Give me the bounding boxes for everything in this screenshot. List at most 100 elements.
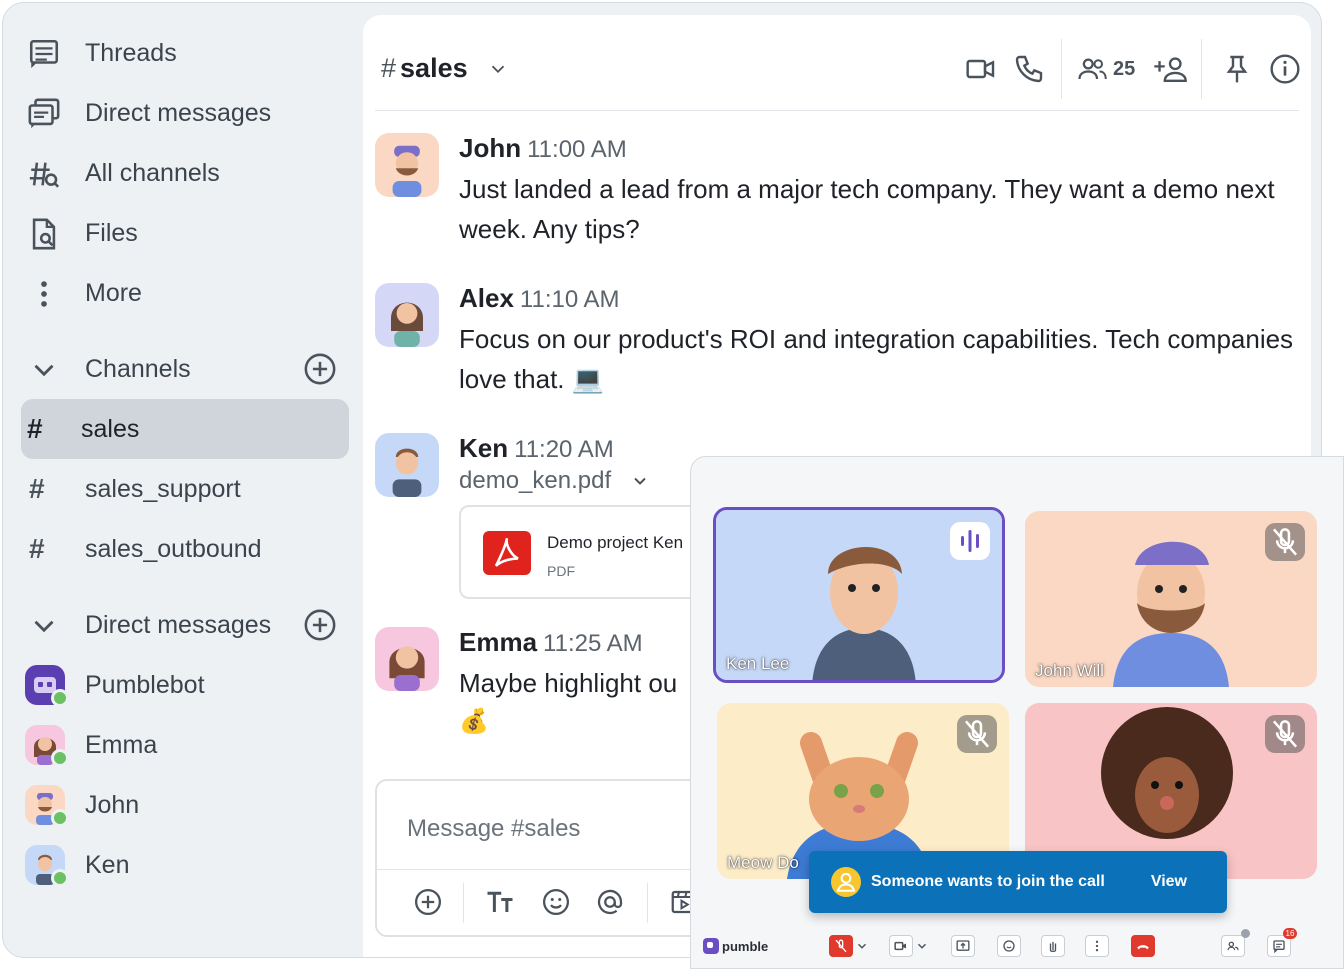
sidebar-item-more[interactable]: More [21,263,349,323]
hash-icon: # [27,413,43,444]
phone-icon[interactable] [1013,53,1045,85]
channel-title[interactable]: # sales [381,53,509,84]
sidebar-item-threads[interactable]: Threads [21,23,349,83]
dm-label: Emma [85,730,158,759]
members-icon [1227,941,1239,951]
toolbar-divider [463,883,464,923]
view-button[interactable]: View [1151,873,1187,891]
pin-icon[interactable] [1221,53,1253,85]
message-composer[interactable]: Message #sales [375,779,735,937]
screen-share-button[interactable] [951,935,975,957]
video-call-icon[interactable] [965,53,997,85]
participant-name: John Will [1035,661,1104,680]
chevron-down-icon [634,477,646,485]
muted-indicator [1265,715,1305,753]
online-status-dot [51,749,69,767]
muted-indicator [957,715,997,753]
person-glyph [836,872,856,892]
header-divider [1201,39,1202,99]
more-vertical-icon [1095,940,1099,952]
file-title: Demo project Ken [547,533,684,552]
participants-badge [1241,929,1250,938]
channel-header: # sales 25 [375,15,1301,111]
dm-label: Ken [85,850,130,879]
sidebar-item-label: More [85,278,142,307]
sidebar-item-channel-sales[interactable]: # sales [21,399,349,459]
chevron-down-icon[interactable] [855,939,869,953]
add-member-icon[interactable] [1153,53,1187,85]
sidebar-item-dm-ken[interactable]: Ken [21,835,349,895]
channel-label: sales [81,414,140,443]
threads-icon [29,39,59,69]
avatar [375,627,439,691]
section-label: Direct messages [85,610,272,639]
member-count: 25 [1113,57,1136,80]
message-author[interactable]: John 11:00 AM [459,133,627,164]
hang-up-button[interactable] [1131,935,1155,957]
sidebar-item-files[interactable]: Files [21,203,349,263]
toolbar-divider [647,883,648,923]
dm-label: John [85,790,140,819]
add-dm-icon[interactable] [303,608,337,642]
message-time: 11:10 AM [519,286,620,313]
mention-icon[interactable] [595,887,625,917]
camera-toggle-button[interactable] [889,935,913,957]
chat-badge: 16 [1283,928,1297,939]
avatar [375,283,439,347]
mic-off-icon [1272,528,1298,556]
sidebar-item-label: Direct messages [85,98,272,127]
sidebar-item-dm-emma[interactable]: Emma [21,715,349,775]
sidebar-item-direct-messages[interactable]: Direct messages [21,83,349,143]
chevron-down-icon[interactable] [915,939,929,953]
message-text: Maybe highlight ou [459,668,678,698]
files-icon [32,218,56,250]
sidebar-item-channel-sales-outbound[interactable]: # sales_outbound [21,519,349,579]
text-format-icon[interactable] [485,887,515,917]
participant-name: Meow Do [727,853,799,872]
person-avatar-icon [392,145,422,197]
more-options-button[interactable] [1085,935,1109,957]
reactions-button[interactable] [997,935,1021,957]
message-emoji: 💰 [459,708,489,735]
message-author[interactable]: Alex 11:10 AM [459,283,620,314]
message-time: 11:25 AM [543,630,643,657]
emoji-icon[interactable] [541,887,571,917]
file-type: PDF [547,563,575,579]
online-status-dot [51,689,69,707]
mic-toggle-button[interactable] [829,935,853,957]
message-input[interactable]: Message #sales [407,815,580,843]
participant-tile[interactable]: John Will [1025,511,1317,687]
raise-hand-button[interactable] [1041,935,1065,957]
members-button[interactable]: 25 [1077,53,1135,85]
channels-section-header[interactable]: Channels [21,339,349,399]
participant-tile[interactable]: Ken Lee [713,507,1005,683]
audio-wave-icon [961,530,979,552]
participants-button[interactable] [1221,935,1245,957]
info-icon[interactable] [1269,53,1301,85]
sidebar-item-channel-sales-support[interactable]: # sales_support [21,459,349,519]
chevron-down-icon [491,65,505,74]
user-icon [831,867,861,897]
sidebar-item-dm-pumblebot[interactable]: Pumblebot [21,655,349,715]
message-author[interactable]: Ken 11:20 AM [459,433,614,464]
message-text: Focus on our product's ROI and integrati… [459,324,1294,394]
pumble-brand: pumble [703,935,768,957]
speaking-indicator [950,522,990,560]
hang-up-icon [1137,945,1149,950]
channel-label: sales_outbound [85,534,262,563]
file-name-toggle[interactable]: demo_ken.pdf [459,467,650,495]
message-author[interactable]: Emma 11:25 AM [459,627,643,658]
online-status-dot [51,809,69,827]
camera-icon [894,941,906,951]
more-vertical-icon [41,281,47,307]
add-channel-icon[interactable] [303,352,337,386]
sidebar-item-dm-john[interactable]: John [21,775,349,835]
chat-icon [1273,940,1285,954]
pumble-logo-icon [703,938,719,954]
person-avatar-icon [391,302,423,347]
attach-plus-icon[interactable] [413,887,443,917]
person-avatar-icon [389,646,425,691]
dms-section-header[interactable]: Direct messages [21,595,349,655]
sidebar-item-all-channels[interactable]: All channels [21,143,349,203]
raise-hand-icon [1049,941,1057,953]
